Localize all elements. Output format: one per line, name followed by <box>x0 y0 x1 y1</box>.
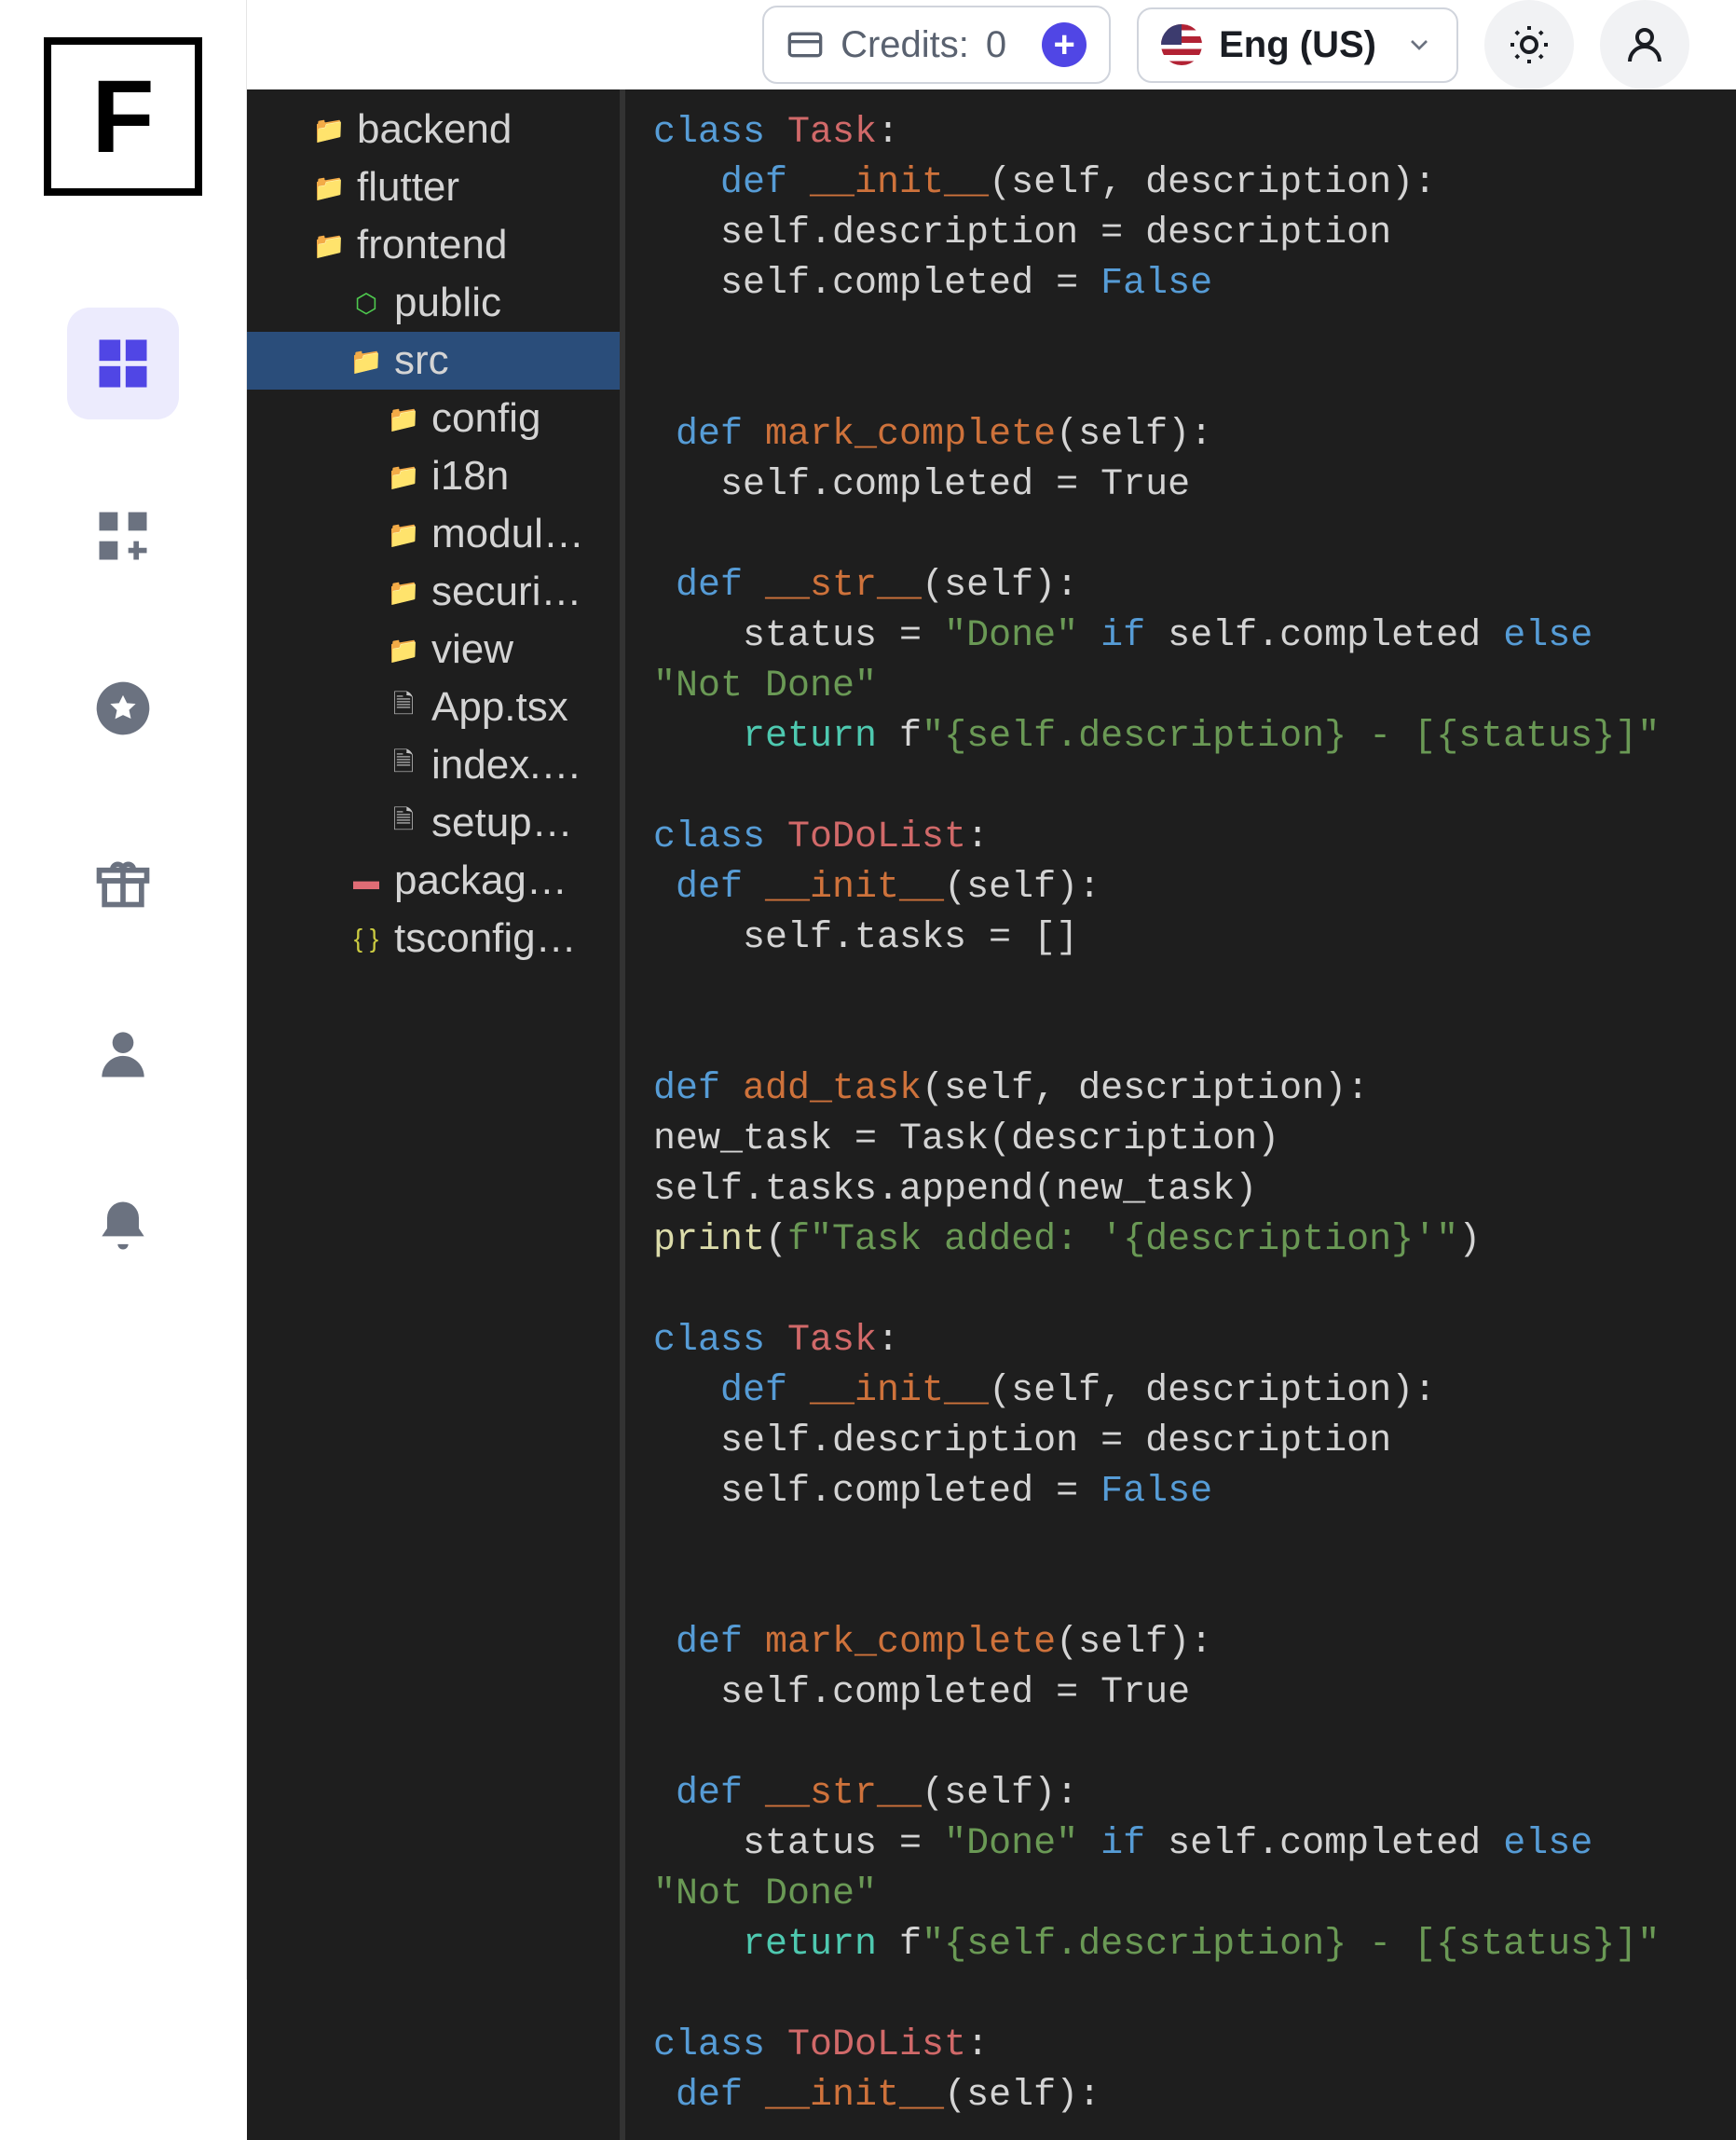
account-button[interactable] <box>1600 0 1689 89</box>
tree-item-label: setup… <box>431 800 573 846</box>
language-label: Eng (US) <box>1219 24 1376 66</box>
nav-rewards[interactable] <box>67 825 179 937</box>
tree-item-label: i18n <box>431 453 509 500</box>
left-rail: F <box>0 0 247 1980</box>
nav-dashboard[interactable] <box>67 308 179 419</box>
tree-item-label: flutter <box>357 164 459 211</box>
logo: F <box>44 37 202 196</box>
add-credits-icon[interactable]: + <box>1042 22 1087 67</box>
tree-item-packag[interactable]: ▬packag… <box>247 852 620 910</box>
tree-item-label: frontend <box>357 222 507 268</box>
tree-item-label: src <box>394 337 449 384</box>
nav-profile[interactable] <box>67 997 179 1109</box>
tree-item-src[interactable]: 📁src <box>247 332 620 390</box>
chevron-down-icon <box>1404 30 1434 60</box>
file-tree[interactable]: 📁backend📁flutter📁frontend⬡public📁src📁con… <box>247 89 620 2140</box>
gift-icon <box>91 849 155 912</box>
tree-item-label: backend <box>357 106 512 153</box>
user-icon <box>1622 22 1667 67</box>
tree-item-apptsx[interactable]: 🗎App.tsx <box>247 679 620 736</box>
nav-add-module[interactable] <box>67 480 179 592</box>
credits-button[interactable]: Credits: 0 + <box>762 6 1111 84</box>
tree-item-tsconfig[interactable]: { }tsconfig… <box>247 910 620 967</box>
dashboard-icon <box>91 332 155 395</box>
tree-item-frontend[interactable]: 📁frontend <box>247 216 620 274</box>
theme-toggle[interactable] <box>1484 0 1574 89</box>
person-icon <box>91 1022 155 1085</box>
tree-item-label: App.tsx <box>431 684 568 731</box>
tree-item-label: config <box>431 395 540 442</box>
bell-icon <box>91 1194 155 1257</box>
flag-us-icon <box>1161 24 1202 65</box>
credits-value: 0 <box>986 24 1006 66</box>
card-icon <box>786 26 824 63</box>
tree-item-label: tsconfig… <box>394 915 577 962</box>
credits-label: Credits: <box>841 24 969 66</box>
tree-item-label: index.… <box>431 742 581 789</box>
tree-item-setup[interactable]: 🗎setup… <box>247 794 620 852</box>
tree-item-view[interactable]: 📁view <box>247 621 620 679</box>
grid-plus-icon <box>91 504 155 568</box>
tree-item-flutter[interactable]: 📁flutter <box>247 158 620 216</box>
tree-item-index[interactable]: 🗎index.… <box>247 736 620 794</box>
tree-item-label: modul… <box>431 511 584 557</box>
nav-favorites[interactable] <box>67 652 179 764</box>
code-pane[interactable]: class Task: def __init__(self, descripti… <box>620 89 1736 2140</box>
sun-icon <box>1507 22 1551 67</box>
tree-item-i18n[interactable]: 📁i18n <box>247 447 620 505</box>
tree-item-backend[interactable]: 📁backend <box>247 101 620 158</box>
tree-item-label: view <box>431 626 513 673</box>
language-select[interactable]: Eng (US) <box>1137 7 1458 83</box>
star-circle-icon <box>91 677 155 740</box>
editor: 📁backend📁flutter📁frontend⬡public📁src📁con… <box>247 89 1736 2140</box>
tree-item-public[interactable]: ⬡public <box>247 274 620 332</box>
topbar: Credits: 0 + Eng (US) <box>247 0 1736 89</box>
tree-item-config[interactable]: 📁config <box>247 390 620 447</box>
main-area: Credits: 0 + Eng (US) 📁backend📁flutter📁f… <box>247 0 1736 1980</box>
tree-item-label: public <box>394 280 501 326</box>
tree-item-label: packag… <box>394 857 567 904</box>
nav-notifications[interactable] <box>67 1170 179 1282</box>
tree-item-modul[interactable]: 📁modul… <box>247 505 620 563</box>
tree-item-securi[interactable]: 📁securi… <box>247 563 620 621</box>
tree-item-label: securi… <box>431 569 581 615</box>
